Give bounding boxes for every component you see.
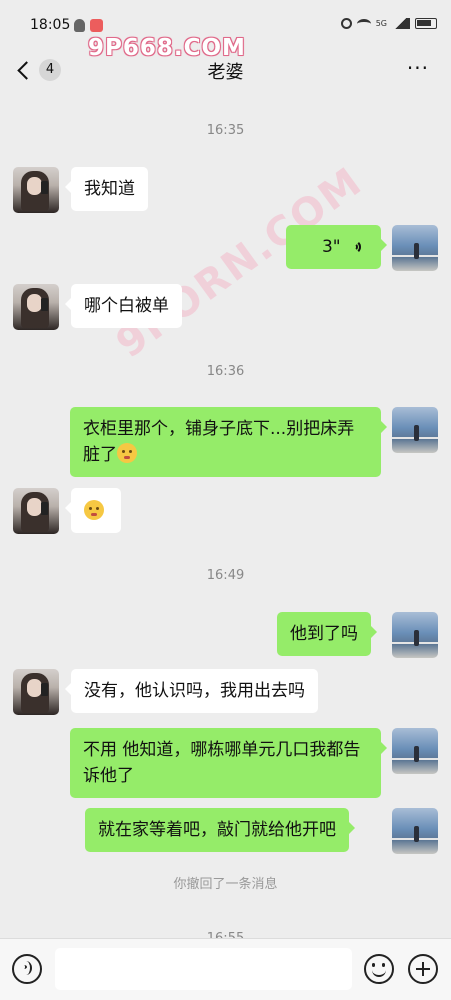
alarm-icon <box>340 18 352 29</box>
message-text: 不用 他知道，哪栋哪单元几口我都告诉他了 <box>83 740 361 786</box>
message-bubble-sent[interactable]: 不用 他知道，哪栋哪单元几口我都告诉他了 <box>70 728 387 798</box>
message-bubble-received[interactable]: 没有，他认识吗，我用出去吗 <box>65 669 318 713</box>
signal-icon <box>392 18 410 29</box>
chat-header: 4 老婆 ··· <box>0 48 451 92</box>
network-type: 5G <box>375 19 387 28</box>
chat-title: 老婆 <box>207 62 244 83</box>
contact-avatar[interactable] <box>13 284 59 330</box>
self-avatar[interactable] <box>392 612 438 658</box>
message-text: 哪个白被单 <box>84 296 169 316</box>
voice-wave-icon <box>352 238 368 256</box>
timestamp: 16:49 <box>206 568 245 583</box>
voice-input-icon[interactable] <box>12 954 42 984</box>
pleading-face-emoji <box>84 500 104 520</box>
plus-icon[interactable] <box>408 954 438 984</box>
recall-notice: 你撤回了一条消息 <box>173 877 278 892</box>
message-bubble-sent[interactable]: 他到了吗 <box>277 612 377 656</box>
more-icon[interactable]: ··· <box>407 58 429 78</box>
self-avatar[interactable] <box>392 728 438 774</box>
self-avatar[interactable] <box>392 808 438 854</box>
message-bubble-received[interactable]: 哪个白被单 <box>65 284 182 328</box>
contact-avatar[interactable] <box>13 488 59 534</box>
timestamp: 16:35 <box>206 123 245 138</box>
message-bubble-sent[interactable]: 衣柜里那个，铺身子底下...别把床弄脏了 <box>70 407 387 477</box>
battery-icon <box>415 18 437 29</box>
status-bar: 18:05 5G <box>0 0 451 36</box>
message-text: 就在家等着吧，敲门就给他开吧 <box>98 820 336 840</box>
message-bubble-received[interactable]: 我知道 <box>65 167 148 211</box>
qq-icon <box>74 19 85 32</box>
message-bubble-received[interactable] <box>65 488 121 533</box>
status-time: 18:05 <box>30 17 71 33</box>
message-input[interactable] <box>55 948 352 990</box>
message-text: 没有，他认识吗，我用出去吗 <box>84 681 305 701</box>
message-text: 他到了吗 <box>290 624 358 644</box>
kissing-face-emoji <box>117 443 137 463</box>
timestamp: 16:36 <box>206 364 245 379</box>
status-icons: 5G <box>340 18 437 29</box>
message-bubble-sent[interactable]: 就在家等着吧，敲门就给他开吧 <box>85 808 355 852</box>
app-icon <box>90 19 103 32</box>
self-avatar[interactable] <box>392 225 438 271</box>
contact-avatar[interactable] <box>13 167 59 213</box>
voice-duration: 3" <box>321 237 341 257</box>
message-text: 我知道 <box>84 179 135 199</box>
self-avatar[interactable] <box>392 407 438 453</box>
wifi-icon <box>356 18 371 29</box>
emoji-icon[interactable] <box>364 954 394 984</box>
contact-avatar[interactable] <box>13 669 59 715</box>
input-bar <box>0 938 451 1000</box>
voice-message-bubble[interactable]: 3" <box>286 225 387 269</box>
